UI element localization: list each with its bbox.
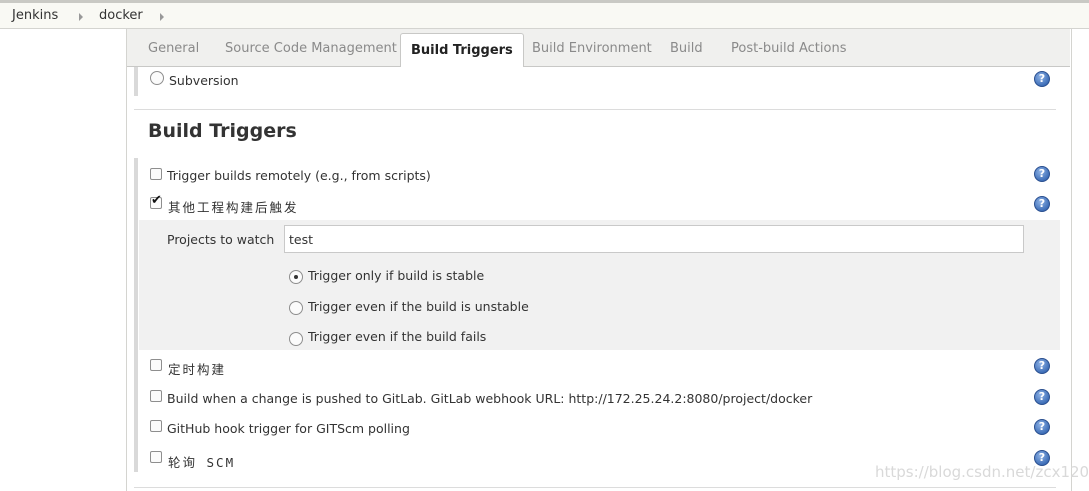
projects-to-watch-label: Projects to watch [167, 232, 275, 247]
trigger-fails-radio[interactable] [289, 332, 303, 346]
help-icon[interactable]: ? [1034, 389, 1050, 405]
tab-build[interactable]: Build [670, 41, 703, 56]
help-icon[interactable]: ? [1034, 196, 1050, 212]
section-divider [134, 487, 1056, 488]
config-tabs: General Source Code Management Build Tri… [127, 29, 1070, 67]
trigger-stable-radio[interactable] [289, 270, 303, 284]
subversion-radio[interactable] [150, 71, 164, 85]
tab-build-environment[interactable]: Build Environment [532, 41, 652, 56]
help-icon[interactable]: ? [1034, 71, 1050, 87]
trigger-stable-label: Trigger only if build is stable [308, 268, 485, 283]
help-icon[interactable]: ? [1034, 358, 1050, 374]
gitlab-trigger-label: Build when a change is pushed to GitLab.… [167, 391, 813, 406]
tab-build-triggers[interactable]: Build Triggers [400, 33, 524, 67]
breadcrumb: Jenkins docker [0, 0, 1089, 29]
trigger-remotely-label: Trigger builds remotely (e.g., from scri… [167, 168, 431, 183]
tab-general[interactable]: General [148, 41, 199, 56]
breadcrumb-jenkins-link[interactable]: Jenkins [12, 8, 58, 23]
trigger-unstable-label: Trigger even if the build is unstable [308, 299, 529, 314]
section-divider [134, 109, 1056, 110]
build-after-other-projects-checkbox[interactable] [150, 193, 162, 209]
gitlab-trigger-checkbox[interactable] [150, 390, 162, 402]
build-periodically-checkbox[interactable] [150, 359, 162, 371]
build-after-other-projects-label: 其他工程构建后触发 [168, 200, 299, 215]
tab-source-code-management[interactable]: Source Code Management [225, 41, 397, 56]
breadcrumb-arrow-icon[interactable] [79, 13, 83, 21]
subversion-label: Subversion [169, 73, 239, 88]
trigger-remotely-checkbox[interactable] [150, 168, 162, 180]
section-indent-bar [134, 158, 138, 472]
trigger-unstable-radio[interactable] [289, 301, 303, 315]
tab-post-build-actions[interactable]: Post-build Actions [731, 41, 846, 56]
breadcrumb-arrow-icon[interactable] [160, 13, 164, 21]
github-hook-label: GitHub hook trigger for GITScm polling [167, 421, 410, 436]
build-periodically-label: 定时构建 [168, 362, 227, 377]
breadcrumb-docker-link[interactable]: docker [99, 8, 143, 23]
section-indent-bar [134, 67, 138, 96]
watermark: https://blog.csdn.net/zcx1203 [875, 463, 1089, 481]
trigger-fails-label: Trigger even if the build fails [308, 329, 487, 344]
poll-scm-label: 轮询 SCM [168, 455, 236, 470]
section-title: Build Triggers [148, 120, 297, 142]
poll-scm-checkbox[interactable] [150, 451, 162, 463]
help-icon[interactable]: ? [1034, 166, 1050, 182]
projects-to-watch-input[interactable]: test [284, 225, 1024, 253]
help-icon[interactable]: ? [1034, 419, 1050, 435]
github-hook-checkbox[interactable] [150, 420, 162, 432]
